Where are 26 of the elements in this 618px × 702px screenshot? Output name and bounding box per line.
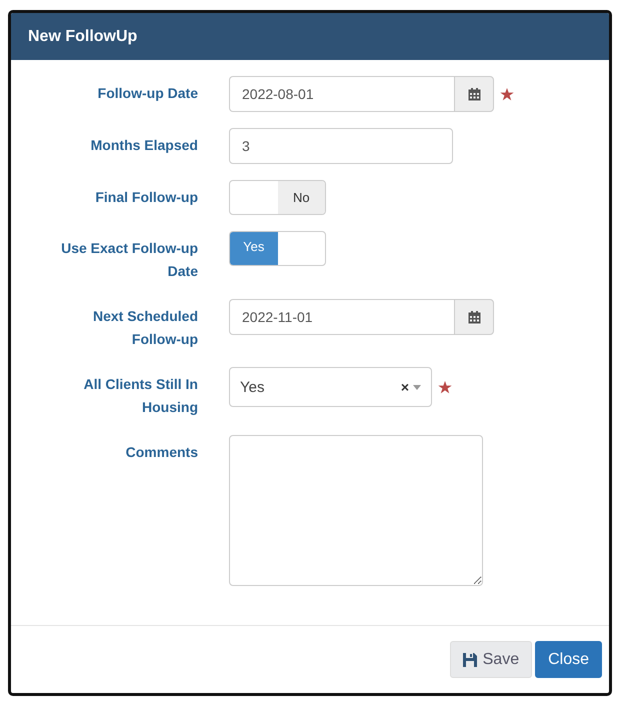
field-label: Months Elapsed [90, 136, 198, 155]
select-value: Yes [240, 378, 266, 396]
toggle-switch[interactable]: Yes [229, 231, 326, 266]
field-label: Use Exact Follow-up Date [60, 239, 198, 281]
toggle-on-label: Yes [230, 232, 278, 265]
toggle-switch[interactable]: No [229, 180, 326, 215]
calendar-icon [468, 88, 480, 100]
field-label: Comments [124, 443, 198, 462]
comments-field[interactable] [229, 435, 483, 586]
calendar-button[interactable] [454, 76, 494, 112]
dialog-title: New FollowUp [28, 28, 138, 46]
field-label: Follow-up Date [96, 84, 198, 103]
clear-button[interactable]: × [400, 379, 409, 395]
calendar-icon [468, 310, 480, 324]
months-input[interactable]: 3 [229, 128, 453, 164]
date-field[interactable]: 2022-08-01 [229, 76, 454, 112]
close-button[interactable]: Close [535, 641, 602, 678]
date-field[interactable]: 2022-11-01 [229, 299, 454, 335]
field-label: All Clients Still In Housing [82, 375, 198, 417]
caret-icon [413, 384, 421, 390]
calendar-button[interactable] [454, 299, 494, 335]
field-label: Next Scheduled Follow-up [92, 307, 198, 349]
field-label: Final Follow-up [94, 188, 198, 207]
save-button[interactable]: Save [450, 641, 532, 678]
select-field[interactable]: Yes × [229, 367, 432, 407]
toggle-off-label: No [278, 181, 325, 214]
